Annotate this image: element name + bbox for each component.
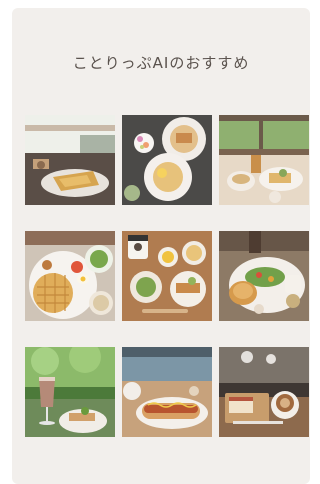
- photo-tile-5[interactable]: [122, 231, 212, 321]
- photo-grid: [25, 115, 309, 437]
- recommendation-card: ことりっぷAIのおすすめ: [12, 8, 310, 484]
- hotdog-sandwich-photo: [122, 347, 212, 437]
- cake-coffee-tray-photo: [219, 347, 309, 437]
- chocolate-drink-garden-photo: [25, 347, 115, 437]
- window-cafe-table-photo: [219, 115, 309, 205]
- breakfast-plates-flowers-photo: [122, 115, 212, 205]
- photo-tile-4[interactable]: [25, 231, 115, 321]
- cafe-terrace-waffle-photo: [25, 115, 115, 205]
- photo-tile-8[interactable]: [122, 347, 212, 437]
- photo-tile-7[interactable]: [25, 347, 115, 437]
- photo-tile-6[interactable]: [219, 231, 309, 321]
- photo-tile-3[interactable]: [219, 115, 309, 205]
- bread-salad-drinks-photo: [219, 231, 309, 321]
- photo-tile-1[interactable]: [25, 115, 115, 205]
- section-title: ことりっぷAIのおすすめ: [72, 54, 250, 72]
- wooden-tray-lunch-photo: [122, 231, 212, 321]
- waffle-plate-salad-photo: [25, 231, 115, 321]
- photo-tile-9[interactable]: [219, 347, 309, 437]
- photo-tile-2[interactable]: [122, 115, 212, 205]
